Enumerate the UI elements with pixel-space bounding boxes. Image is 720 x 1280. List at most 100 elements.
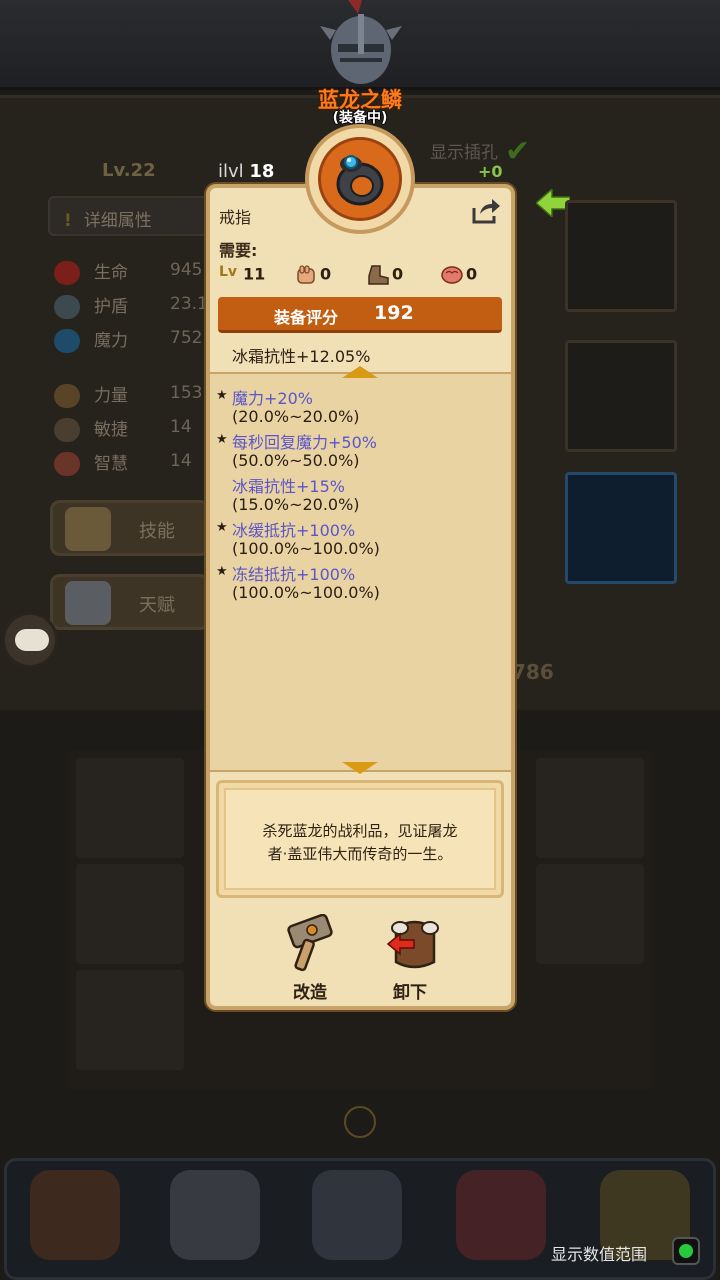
boot-icon: [54, 418, 80, 442]
gear-score-bar: 装备评分 192: [218, 297, 502, 333]
affix-range: (20.0%~20.0%): [232, 407, 360, 426]
star-icon: ★: [216, 432, 228, 447]
stone-icon: [65, 581, 111, 625]
reforge-label: 改造: [293, 983, 327, 1003]
affix-range: (15.0%~20.0%): [232, 495, 360, 514]
stat-label: 敏捷: [94, 420, 128, 440]
equip-slot-weapon[interactable]: [565, 472, 677, 584]
star-icon: ★: [216, 388, 228, 403]
shield-icon: [54, 295, 80, 319]
ilvl-value: 18: [249, 161, 275, 182]
knight-helmet-icon: [318, 0, 404, 88]
item-type: 戒指: [219, 208, 252, 227]
mana-drop-icon: [54, 329, 80, 353]
affix-text: 冰缓抵抗+100%: [232, 521, 356, 540]
req-strength: 0: [294, 264, 331, 290]
level-icon: Lv: [219, 264, 238, 280]
stat-label: 力量: [94, 386, 128, 406]
reforge-button[interactable]: 改造: [270, 912, 350, 1004]
share-button[interactable]: [470, 196, 502, 226]
stat-row-agility: 敏捷 14: [54, 415, 214, 445]
campfire-icon[interactable]: [30, 1170, 120, 1260]
character-level: Lv.22: [102, 160, 156, 181]
ilvl-label: ilvl: [218, 161, 244, 182]
affix-range: (100.0%~100.0%): [232, 583, 380, 602]
scroll-down-icon[interactable]: [342, 762, 378, 774]
stat-value: 14: [170, 451, 192, 471]
scroll-up-icon[interactable]: [342, 366, 378, 378]
stat-value: 153: [170, 383, 203, 403]
inventory-cell[interactable]: [76, 970, 184, 1070]
skills-button[interactable]: 技能: [50, 500, 210, 556]
req-strength-value: 0: [320, 264, 332, 284]
fist-icon: [294, 264, 318, 286]
affix-text: 魔力+20%: [232, 389, 313, 408]
req-agility-value: 0: [392, 264, 404, 284]
scroll-icon: [65, 507, 111, 551]
stat-total: 786: [512, 660, 554, 684]
talents-button[interactable]: 天赋: [50, 574, 210, 630]
gear-score-label: 装备评分: [274, 308, 339, 327]
show-slots-label: 显示插孔: [430, 143, 498, 163]
hammer-icon: [286, 913, 342, 974]
toggle-on-indicator: [679, 1244, 693, 1258]
chat-button[interactable]: [2, 612, 58, 668]
req-level: Lv 11: [219, 264, 265, 290]
heart-icon: [54, 261, 80, 285]
equip-slot-ring[interactable]: [565, 200, 677, 312]
star-icon: ★: [216, 520, 228, 535]
show-range-label: 显示数值范围: [551, 1245, 648, 1264]
page-indicator: [344, 1106, 376, 1138]
stat-row-strength: 力量 153: [54, 381, 214, 411]
inventory-cell[interactable]: [76, 758, 184, 858]
affix-range: (100.0%~100.0%): [232, 539, 380, 558]
item-icon-badge: [305, 124, 415, 234]
stat-row-life: 生命 945: [54, 258, 214, 288]
brain-icon: [440, 264, 464, 286]
chat-bubble-icon: [15, 629, 49, 651]
stat-row-shield: 护盾 23.171: [54, 292, 229, 322]
lore-text: 杀死蓝龙的战利品，见证屠龙 者·盖亚伟大而传奇的一生。: [236, 820, 484, 866]
unequip-label: 卸下: [393, 983, 427, 1003]
lore-line: 杀死蓝龙的战利品，见证屠龙: [262, 822, 458, 840]
unequip-button[interactable]: 卸下: [370, 912, 450, 1004]
fist-icon: [54, 384, 80, 408]
affix-text: 冰霜抗性+15%: [232, 477, 345, 496]
show-range-toggle[interactable]: [672, 1237, 700, 1265]
equip-slot-amulet[interactable]: [565, 340, 677, 452]
unequip-armor-icon: [386, 914, 442, 974]
boot-icon: [366, 264, 390, 286]
info-icon: !: [64, 211, 72, 231]
req-intelligence: 0: [440, 264, 477, 290]
brain-icon: [54, 452, 80, 476]
inventory-cell[interactable]: [536, 864, 644, 964]
item-level: ilvl 18: [218, 161, 274, 182]
detail-attributes-button[interactable]: ! 详细属性: [48, 196, 208, 236]
gear-score-value: 192: [374, 302, 414, 324]
stat-row-wisdom: 智慧 14: [54, 449, 214, 479]
inventory-cell[interactable]: [76, 864, 184, 964]
requirements-label: 需要:: [219, 241, 258, 260]
helmet-nav-icon[interactable]: [312, 1170, 402, 1260]
stat-value: 14: [170, 417, 192, 437]
skills-label: 技能: [139, 521, 175, 542]
req-agility: 0: [366, 264, 403, 290]
req-intelligence-value: 0: [466, 264, 478, 284]
inventory-cell[interactable]: [536, 758, 644, 858]
star-icon: ★: [216, 564, 228, 579]
crossed-swords-icon[interactable]: [170, 1170, 260, 1260]
stat-value: 945: [170, 260, 203, 280]
stat-label: 魔力: [94, 331, 128, 351]
talents-label: 天赋: [139, 595, 175, 616]
ring-icon: [318, 137, 402, 221]
detail-attributes-label: 详细属性: [83, 211, 152, 231]
plus-counter: +0: [478, 162, 503, 181]
show-slots-checkbox[interactable]: ✔: [505, 134, 545, 169]
base-stat: 冰霜抗性+12.05%: [232, 347, 371, 366]
stat-label: 生命: [94, 263, 128, 283]
affix-range: (50.0%~50.0%): [232, 451, 360, 470]
stat-label: 智慧: [94, 454, 128, 474]
affix-text: 每秒回复魔力+50%: [232, 433, 377, 452]
stat-value: 752: [170, 328, 203, 348]
target-icon[interactable]: [456, 1170, 546, 1260]
